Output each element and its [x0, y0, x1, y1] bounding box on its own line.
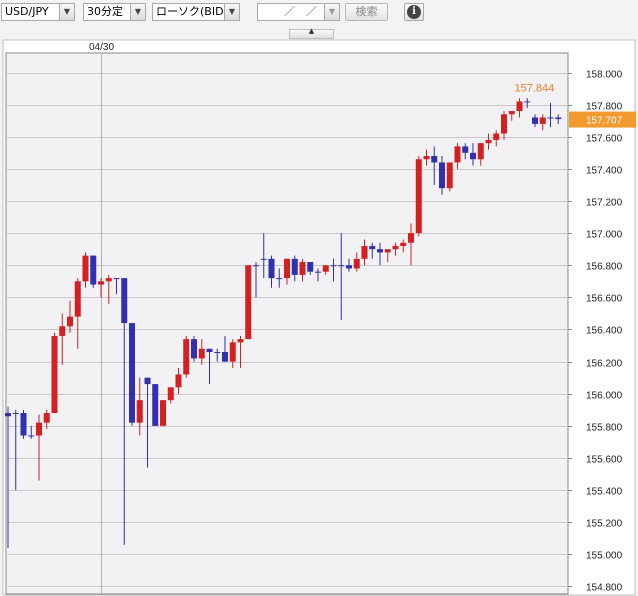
candle-body — [501, 114, 507, 134]
candle-body — [369, 245, 376, 250]
y-tick-label: 156.000 — [586, 391, 623, 402]
candle-body — [384, 249, 391, 253]
candle-body — [392, 245, 399, 250]
candle-body — [377, 249, 383, 253]
candle-body — [330, 265, 337, 267]
y-tick-label: 156.600 — [586, 294, 623, 305]
candle-body — [28, 435, 35, 437]
candle-body — [82, 255, 89, 282]
candle-body — [121, 278, 128, 324]
candle-body — [105, 278, 112, 282]
candle-body — [477, 143, 484, 160]
candle-body — [74, 281, 81, 317]
candle-body — [5, 413, 11, 417]
plot-area[interactable] — [5, 52, 569, 595]
candle-body — [539, 117, 546, 124]
candle-body — [532, 117, 538, 124]
y-tick-label: 155.600 — [586, 455, 623, 466]
y-tick-label: 156.800 — [586, 262, 623, 273]
high-price-label: 157.844 — [514, 83, 554, 95]
candle-body — [20, 413, 27, 436]
y-tick-label: 154.800 — [586, 583, 623, 594]
candle-body — [315, 271, 321, 273]
y-tick-label: 157.000 — [586, 230, 623, 241]
candle-body — [59, 326, 66, 336]
candle-body — [253, 265, 259, 267]
y-tick-label: 157.600 — [586, 134, 623, 145]
candle-body — [338, 265, 345, 267]
candle-body — [485, 139, 492, 144]
y-tick-label: 157.800 — [586, 102, 623, 113]
candle-body — [175, 374, 182, 388]
candle-body — [322, 265, 329, 272]
y-tick-label: 156.400 — [586, 326, 623, 337]
y-tick-label: 158.000 — [586, 70, 623, 81]
candle-body — [51, 335, 58, 414]
candle-body — [415, 159, 422, 234]
candle-body — [555, 117, 562, 120]
candle-body — [361, 245, 368, 259]
candle-body — [144, 377, 151, 385]
candle-body — [198, 348, 205, 359]
candle-body — [462, 146, 469, 153]
candle-body — [237, 339, 244, 343]
candle-body — [245, 265, 252, 340]
candle-body — [222, 351, 228, 362]
candle-body — [129, 323, 135, 423]
candle-body — [183, 339, 190, 375]
y-tick-label: 157.400 — [586, 166, 623, 177]
candle-body — [113, 278, 120, 280]
candle-body — [90, 255, 97, 285]
candle-body — [431, 156, 438, 163]
y-tick-label: 155.000 — [586, 551, 623, 562]
candle-body — [160, 400, 166, 426]
candle-body — [454, 146, 461, 163]
candle-body — [214, 351, 221, 353]
candle-body — [446, 162, 453, 189]
candle-body — [206, 348, 213, 352]
candle-body — [67, 316, 73, 327]
candle-body — [493, 133, 500, 140]
candle-body — [516, 101, 523, 112]
candle-body — [299, 262, 306, 275]
candle-body — [12, 413, 19, 415]
candle-body — [268, 258, 275, 279]
candle-body — [400, 242, 407, 246]
candle-body — [508, 111, 515, 115]
candle-body — [307, 262, 314, 272]
current-price-label: 157.707 — [586, 116, 623, 127]
candle-body — [470, 152, 476, 160]
candle-body — [291, 258, 298, 275]
candle-body — [408, 233, 414, 243]
candle-body — [191, 339, 197, 359]
y-tick-label: 155.400 — [586, 487, 623, 498]
candle-body — [260, 258, 267, 260]
candle-body — [152, 384, 159, 426]
candle-body — [167, 387, 174, 401]
candle-body — [346, 265, 352, 269]
candle-body — [284, 258, 290, 279]
candle-body — [229, 342, 236, 362]
candle-body — [353, 258, 360, 269]
candle-body — [524, 101, 531, 103]
candle-body — [36, 422, 42, 436]
y-tick-label: 156.200 — [586, 359, 623, 370]
y-tick-label: 157.200 — [586, 198, 623, 209]
candle-body — [439, 162, 445, 189]
candle-body — [423, 156, 430, 160]
candle-body — [547, 117, 554, 119]
chart-window: USD/JPY ▼ 30分定 ▼ ローソク(BID) ▼ ／ ／ ▼ 検索 i … — [0, 0, 638, 596]
y-tick-label: 155.200 — [586, 519, 623, 530]
candle-body — [98, 281, 104, 285]
y-tick-label: 155.800 — [586, 423, 623, 434]
candle-body — [136, 400, 143, 423]
candlestick-chart: 158.000 157.800 157.600 157.400 157.200 157.0… — [2, 39, 636, 596]
date-label: 04/30 — [89, 42, 114, 53]
candle-body — [43, 413, 50, 423]
candle-body — [276, 278, 283, 280]
